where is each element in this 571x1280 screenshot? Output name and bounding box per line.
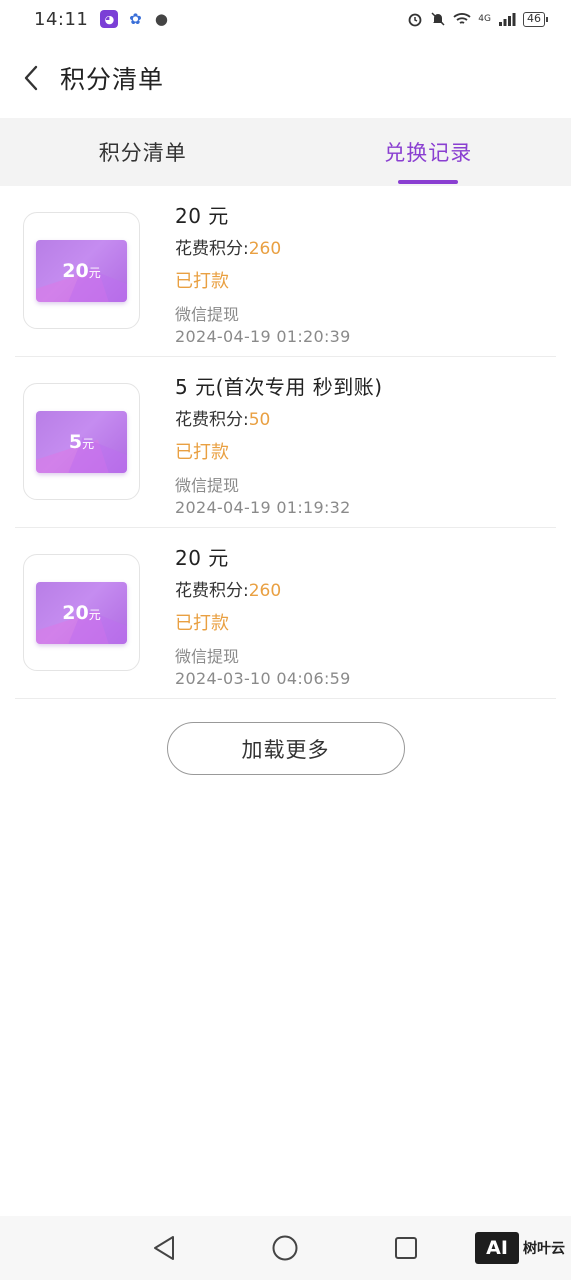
cost-value: 50 [248,410,271,430]
cost-label: 花费积分: [175,581,249,601]
record-time: 2024-03-10 04:06:59 [175,669,351,688]
battery-indicator: 46 [523,11,548,27]
record-info: 5 元(首次专用 秒到账) 花费积分:50 已打款 微信提现 2024-04-1… [175,371,383,519]
signal-icon [499,13,516,26]
wechat-icon: ● [154,10,168,28]
tab-bar: 积分清单 兑换记录 [0,118,571,186]
watermark-logo: AI [475,1232,519,1264]
record-time: 2024-04-19 01:20:39 [175,327,351,346]
exchange-record-list: 20元 20 元 花费积分:260 已打款 微信提现 2024-04-19 01… [0,186,571,699]
record-info: 20 元 花费积分:260 已打款 微信提现 2024-03-10 04:06:… [175,542,351,690]
voucher-thumbnail: 20元 [23,554,140,671]
record-title: 5 元(首次专用 秒到账) [175,375,383,399]
network-type: 4G [478,14,491,24]
voucher-card: 20元 [36,239,127,302]
record-status: 已打款 [175,271,229,292]
record-title: 20 元 [175,204,229,228]
wifi-icon [453,13,471,24]
list-item[interactable]: 20元 20 元 花费积分:260 已打款 微信提现 2024-03-10 04… [15,528,556,699]
cost-value: 260 [248,581,282,601]
paw-app-icon: ✿ [129,10,142,28]
watermark-text: 树叶云 [523,1241,565,1257]
voucher-card-label: 20元 [62,260,100,282]
nav-recents-button[interactable] [392,1234,420,1262]
cat-app-icon: ◕ [100,10,119,28]
voucher-card-label: 5元 [69,431,94,453]
status-bar: 14:11 ◕ ✿ ● 4G 46 [0,0,571,38]
voucher-card: 20元 [36,581,127,644]
record-title: 20 元 [175,546,229,570]
voucher-thumbnail: 20元 [23,212,140,329]
record-cost: 花费积分:260 [175,232,351,266]
nav-back-button[interactable] [150,1234,178,1262]
voucher-amount: 5 [68,430,83,453]
record-info: 20 元 花费积分:260 已打款 微信提现 2024-04-19 01:20:… [175,200,351,348]
record-method: 微信提现 [175,305,240,324]
voucher-amount: 20 [62,601,89,624]
header: 积分清单 [0,38,571,118]
status-left: 14:11 ◕ ✿ ● [34,9,170,30]
square-recents-icon [395,1237,417,1259]
record-cost: 花费积分:260 [175,574,351,608]
voucher-unit: 元 [88,607,101,622]
cost-label: 花费积分: [175,410,249,430]
record-status: 已打款 [175,613,229,634]
cost-label: 花费积分: [175,239,249,259]
list-item[interactable]: 5元 5 元(首次专用 秒到账) 花费积分:50 已打款 微信提现 2024-0… [15,357,556,528]
mute-bell-icon [431,12,445,26]
voucher-thumbnail: 5元 [23,383,140,500]
voucher-card: 5元 [36,410,127,473]
record-cost: 花费积分:50 [175,403,383,437]
circle-home-icon [272,1235,298,1261]
load-more-button[interactable]: 加载更多 [166,722,405,775]
record-time: 2024-04-19 01:19:32 [175,498,351,517]
status-right: 4G 46 [407,11,548,27]
chevron-left-icon [24,65,38,91]
load-more-container: 加载更多 [0,722,571,775]
triangle-back-icon [154,1236,174,1260]
cost-value: 260 [248,239,282,259]
voucher-card-label: 20元 [62,602,100,624]
record-method: 微信提现 [175,647,240,666]
status-time: 14:11 [34,8,89,30]
tab-points-list[interactable]: 积分清单 [0,118,286,186]
alarm-icon [408,13,422,27]
record-method: 微信提现 [175,476,240,495]
nav-home-button[interactable] [271,1234,299,1262]
record-status: 已打款 [175,442,229,463]
watermark: AI 树叶云 [475,1232,565,1264]
back-button[interactable] [16,58,46,98]
page-title: 积分清单 [60,65,165,94]
voucher-amount: 20 [62,259,89,282]
tab-exchange-records[interactable]: 兑换记录 [286,118,571,186]
list-item[interactable]: 20元 20 元 花费积分:260 已打款 微信提现 2024-04-19 01… [15,186,556,357]
voucher-unit: 元 [82,436,95,451]
voucher-unit: 元 [88,265,101,280]
